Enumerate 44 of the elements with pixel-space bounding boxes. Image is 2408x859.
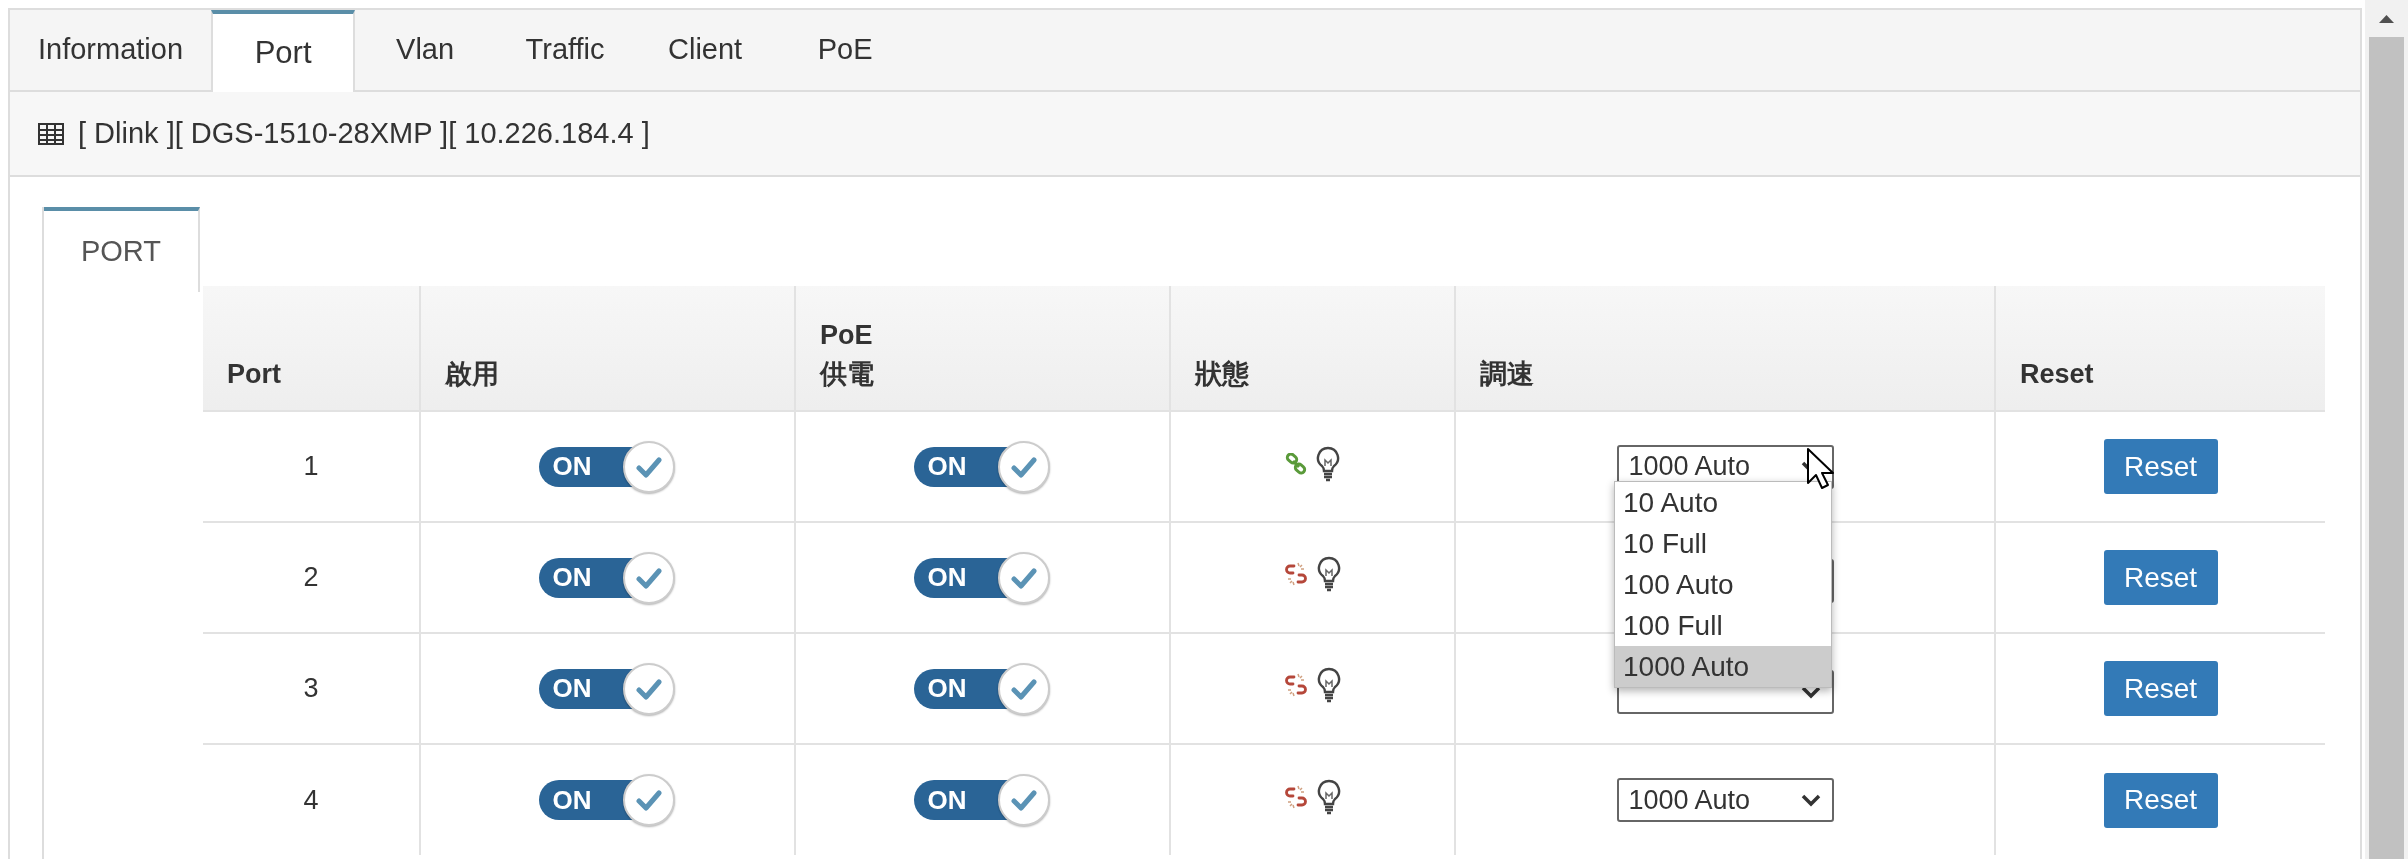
dropdown-option[interactable]: 10 Full [1615, 523, 1831, 564]
reset-button[interactable]: Reset [2103, 550, 2218, 605]
light-bulb-icon [1315, 556, 1342, 593]
tab[interactable]: Vlan [355, 10, 496, 90]
check-icon [635, 789, 662, 811]
tab[interactable]: Port [211, 10, 356, 92]
scrollbar[interactable] [2365, 0, 2408, 859]
port-number: 4 [203, 744, 420, 855]
chevron-down-icon [1799, 793, 1822, 807]
column-header: Reset [1995, 286, 2325, 411]
check-icon [1010, 566, 1037, 589]
tab[interactable]: PoE [775, 10, 916, 90]
light-bulb-icon [1315, 778, 1342, 815]
port-number: 1 [203, 411, 420, 522]
section-tab[interactable]: PORT [44, 207, 200, 292]
check-icon [635, 455, 662, 478]
port-number: 2 [203, 522, 420, 633]
tab[interactable]: Client [635, 10, 776, 90]
column-header: PoE 供電 [795, 286, 1170, 411]
scroll-up-arrow-icon[interactable] [2378, 14, 2395, 23]
column-header: 狀態 [1170, 286, 1455, 411]
check-icon [635, 566, 662, 589]
check-icon [1010, 677, 1037, 700]
chevron-down-icon [1799, 685, 1822, 699]
check-icon [635, 677, 662, 700]
light-bulb-icon [1314, 446, 1341, 483]
table-icon [38, 122, 64, 145]
column-header: Port [203, 286, 420, 411]
dropdown-option[interactable]: 100 Auto [1615, 564, 1831, 605]
reset-button[interactable]: Reset [2103, 772, 2218, 828]
tab[interactable]: Traffic [495, 10, 636, 90]
dropdown-option[interactable]: 100 Full [1615, 605, 1831, 646]
check-icon [1010, 789, 1037, 811]
check-icon [1010, 455, 1037, 478]
light-bulb-icon [1315, 667, 1342, 704]
column-header: 啟用 [420, 286, 795, 411]
column-header: 調速 [1455, 286, 1995, 411]
tab[interactable]: Information [10, 10, 212, 90]
reset-button[interactable]: Reset [2103, 661, 2218, 716]
device-header: [ Dlink ][ DGS-1510-28XMP ][ 10.226.184.4 ] [78, 115, 650, 151]
port-number: 3 [203, 633, 420, 744]
reset-button[interactable]: Reset [2103, 439, 2218, 494]
dropdown-option[interactable]: 1000 Auto [1615, 646, 1831, 687]
speed-select[interactable]: 1000 Auto [1616, 778, 1834, 822]
